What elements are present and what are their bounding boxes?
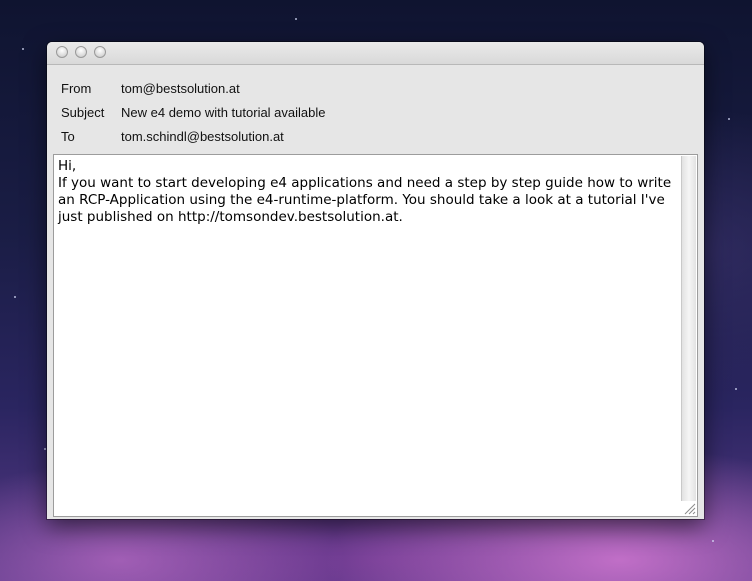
minimize-icon[interactable] — [75, 46, 87, 58]
to-label: To — [61, 129, 75, 144]
subject-label: Subject — [61, 105, 105, 120]
message-body-text[interactable]: Hi, If you want to start developing e4 a… — [58, 158, 678, 226]
star — [44, 448, 46, 450]
star — [728, 118, 730, 120]
title-bar[interactable] — [47, 42, 704, 65]
to-value[interactable]: tom.schindl@bestsolution.at — [121, 126, 284, 148]
resize-grip-icon[interactable] — [681, 500, 696, 515]
message-body-area[interactable]: Hi, If you want to start developing e4 a… — [53, 154, 698, 517]
subject-value[interactable]: New e4 demo with tutorial available — [121, 102, 326, 124]
vertical-scrollbar[interactable] — [681, 156, 696, 501]
mail-window: From tom@bestsolution.at Subject New e4 … — [47, 42, 704, 519]
star — [22, 48, 24, 50]
zoom-icon[interactable] — [94, 46, 106, 58]
from-label: From — [61, 81, 92, 96]
star — [14, 296, 16, 298]
from-value[interactable]: tom@bestsolution.at — [121, 78, 240, 100]
star — [295, 18, 297, 20]
star — [735, 388, 737, 390]
star — [712, 540, 714, 542]
close-icon[interactable] — [56, 46, 68, 58]
